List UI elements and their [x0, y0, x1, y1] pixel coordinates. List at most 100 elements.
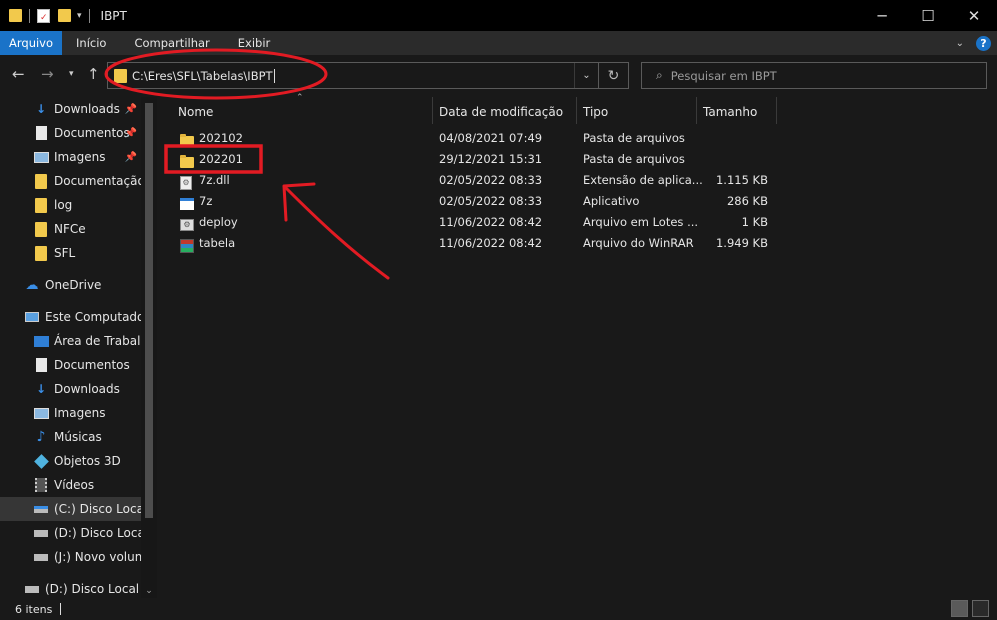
sidebar-item-disco-d[interactable]: (D:) Disco Local	[0, 521, 141, 545]
table-row[interactable]: 202102 04/08/2021 07:49 Pasta de arquivo…	[172, 128, 772, 149]
address-dropdown-icon[interactable]: ⌄	[574, 63, 598, 88]
download-icon: ↓	[35, 382, 47, 396]
column-header-tipo[interactable]: Tipo	[583, 100, 608, 124]
sidebar-item-objetos-3d[interactable]: Objetos 3D	[0, 449, 141, 473]
toolbar-separator	[29, 8, 30, 23]
sidebar-item-area-de-trabalho[interactable]: Área de Trabalho	[0, 329, 141, 353]
refresh-icon: ↻	[607, 67, 620, 84]
column-divider[interactable]	[432, 97, 433, 124]
sidebar-item-imagens-pc[interactable]: Imagens	[0, 401, 141, 425]
file-date: 04/08/2021 07:49	[439, 131, 543, 145]
sidebar-item-videos[interactable]: Vídeos	[0, 473, 141, 497]
close-button[interactable]: ✕	[951, 0, 997, 31]
minimize-button[interactable]: ─	[859, 0, 905, 31]
file-date: 29/12/2021 15:31	[439, 152, 543, 166]
help-icon[interactable]: ?	[976, 35, 991, 51]
view-buttons	[951, 600, 989, 617]
recent-locations-icon[interactable]: ▾	[69, 69, 74, 79]
sidebar-item-nfce[interactable]: NFCe	[0, 217, 141, 241]
sidebar-scrollbar[interactable]: ⌄	[141, 97, 157, 598]
sidebar-item-label: Músicas	[54, 430, 102, 444]
drive-icon	[33, 525, 49, 541]
sidebar-item-label: log	[54, 198, 73, 212]
table-row[interactable]: 202201 29/12/2021 15:31 Pasta de arquivo…	[172, 149, 772, 170]
sidebar-item-musicas[interactable]: ♪ Músicas	[0, 425, 141, 449]
table-row[interactable]: tabela 11/06/2022 08:42 Arquivo do WinRA…	[172, 233, 772, 254]
folder-icon	[33, 245, 49, 261]
file-name: 7z.dll	[199, 173, 230, 187]
item-count: 6 itens	[15, 602, 53, 616]
status-bar: 6 itens	[0, 598, 997, 620]
column-divider[interactable]	[776, 97, 777, 124]
table-row[interactable]: ⚙ 7z.dll 02/05/2022 08:33 Extensão de ap…	[172, 170, 772, 191]
sidebar-item-log[interactable]: log	[0, 193, 141, 217]
sidebar-item-disco-d-network[interactable]: (D:) Disco Local	[0, 577, 141, 598]
title-bar: ✓ ▾ IBPT ─ ☐ ✕	[0, 0, 997, 31]
up-arrow-icon[interactable]: ↑	[87, 65, 100, 83]
refresh-button[interactable]: ↻	[599, 62, 629, 89]
back-arrow-icon[interactable]: ←	[12, 65, 25, 83]
column-header-tamanho[interactable]: Tamanho	[703, 100, 757, 124]
sidebar-item-label: Documentação d	[54, 174, 141, 188]
details-view-button[interactable]	[951, 600, 968, 617]
quick-access-toolbar: ✓ ▾	[0, 0, 93, 31]
folder-icon	[9, 9, 22, 22]
sidebar-item-label: SFL	[54, 246, 76, 260]
pin-icon[interactable]: 📌	[125, 152, 137, 163]
folder-icon	[33, 197, 49, 213]
column-divider[interactable]	[576, 97, 577, 124]
column-header-nome[interactable]: Nome	[178, 100, 213, 124]
large-icons-view-button[interactable]	[972, 600, 989, 617]
sidebar-item-downloads-pc[interactable]: ↓ Downloads	[0, 377, 141, 401]
computer-icon	[24, 309, 40, 325]
sidebar-item-disco-c[interactable]: (C:) Disco Local	[0, 497, 141, 521]
file-type: Pasta de arquivos	[583, 152, 685, 166]
tab-compartilhar[interactable]: Compartilhar	[120, 31, 223, 55]
folder-icon	[180, 131, 194, 147]
table-row[interactable]: 7z 02/05/2022 08:33 Aplicativo 286 KB	[172, 191, 772, 212]
image-icon	[33, 405, 49, 421]
pin-icon[interactable]: 📌	[125, 128, 137, 139]
sidebar-item-documentacao[interactable]: Documentação d	[0, 169, 141, 193]
sidebar-item-label: (D:) Disco Local	[54, 526, 141, 540]
scrollbar-thumb[interactable]	[145, 103, 153, 518]
file-type: Arquivo em Lotes ...	[583, 215, 699, 229]
file-date: 02/05/2022 08:33	[439, 173, 543, 187]
sidebar-item-sfl[interactable]: SFL	[0, 241, 141, 265]
file-size: 286 KB	[726, 194, 768, 208]
sidebar-item-novo-volume[interactable]: (J:) Novo volume	[0, 545, 141, 569]
sidebar-item-downloads[interactable]: ↓ Downloads 📌	[0, 97, 141, 121]
sidebar-item-este-computador[interactable]: Este Computador	[0, 305, 141, 329]
scroll-down-icon[interactable]: ⌄	[141, 586, 157, 596]
expand-ribbon-icon[interactable]: ⌄	[956, 38, 964, 49]
address-bar[interactable]: C:\Eres\SFL\Tabelas\IBPT ⌄	[107, 62, 599, 89]
customize-toolbar-icon[interactable]: ▾	[77, 11, 82, 21]
folder-icon	[114, 68, 127, 83]
column-header-data[interactable]: Data de modificação	[439, 100, 563, 124]
column-divider[interactable]	[696, 97, 697, 124]
file-size: 1.115 KB	[715, 173, 768, 187]
file-type: Arquivo do WinRAR	[583, 236, 694, 250]
maximize-button[interactable]: ☐	[905, 0, 951, 31]
drive-icon	[33, 549, 49, 565]
search-box[interactable]: ⌕ Pesquisar em IBPT	[641, 62, 987, 89]
pin-icon[interactable]: 📌	[125, 104, 137, 115]
address-path[interactable]: C:\Eres\SFL\Tabelas\IBPT	[132, 69, 273, 83]
document-icon	[33, 125, 49, 141]
new-folder-icon[interactable]	[58, 9, 71, 22]
properties-icon[interactable]: ✓	[37, 8, 50, 23]
sidebar-item-label: OneDrive	[45, 278, 102, 292]
tab-inicio[interactable]: Início	[62, 31, 120, 55]
sidebar-item-documentos[interactable]: Documentos 📌	[0, 121, 141, 145]
sidebar-item-onedrive[interactable]: ☁ OneDrive	[0, 273, 141, 297]
table-row[interactable]: ⚙ deploy 11/06/2022 08:42 Arquivo em Lot…	[172, 212, 772, 233]
forward-arrow-icon[interactable]: →	[41, 65, 54, 83]
text-cursor	[273, 68, 275, 83]
sidebar-item-imagens[interactable]: Imagens 📌	[0, 145, 141, 169]
file-name: 7z	[199, 194, 213, 208]
tab-arquivo[interactable]: Arquivo	[0, 31, 63, 55]
sidebar-item-documentos-pc[interactable]: Documentos	[0, 353, 141, 377]
tab-exibir[interactable]: Exibir	[224, 31, 285, 55]
sidebar-item-label: Downloads	[54, 382, 120, 396]
sidebar-item-label: Este Computador	[45, 310, 141, 324]
